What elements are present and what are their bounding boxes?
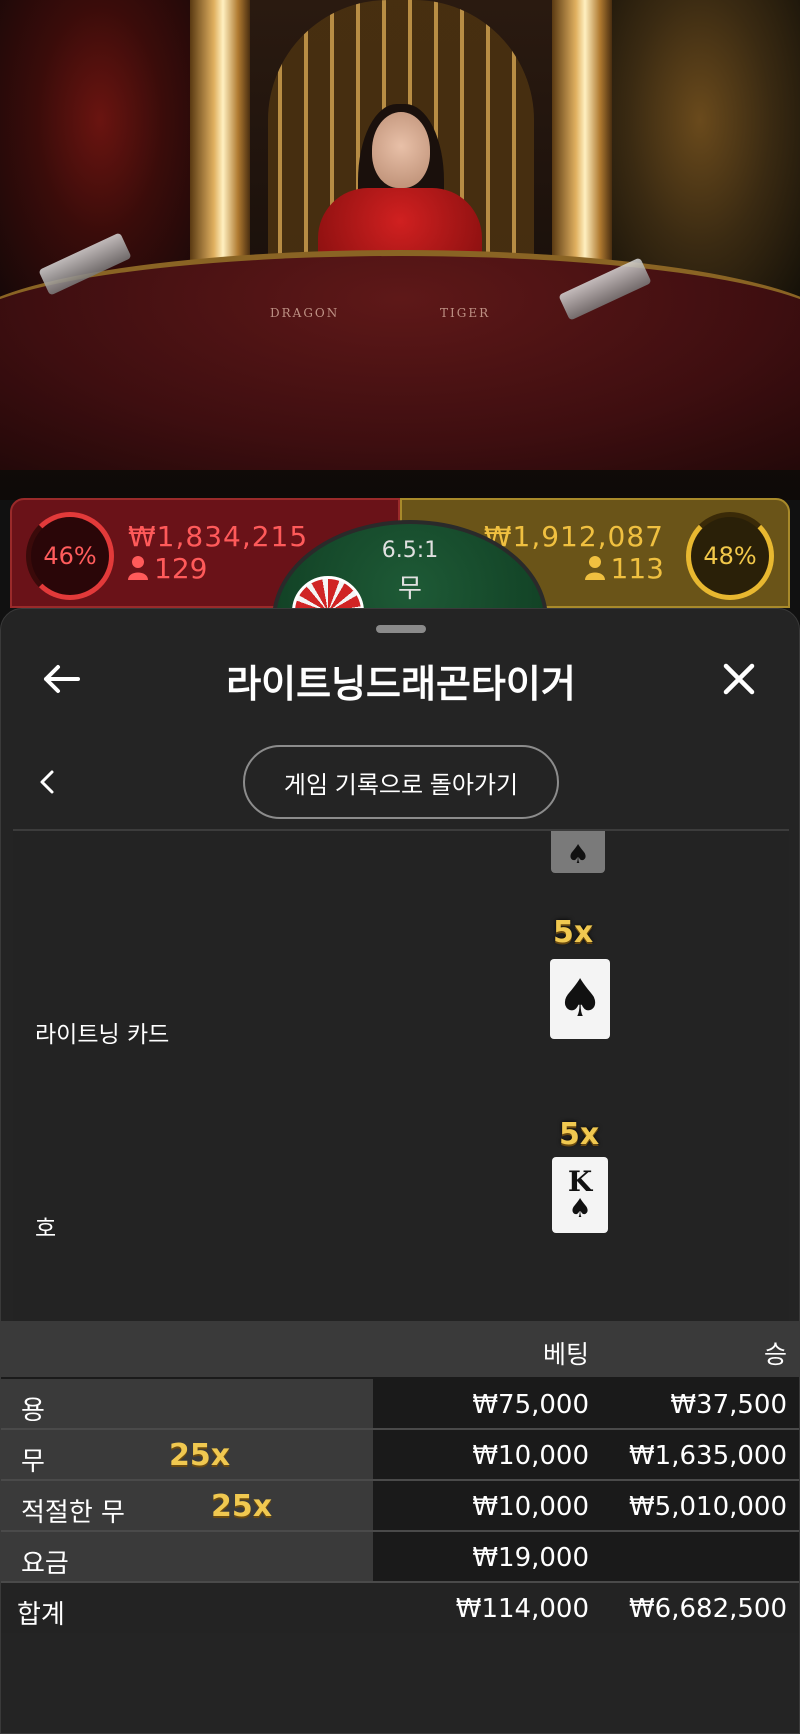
close-icon	[723, 663, 755, 695]
bet-name: 용	[21, 1396, 45, 1426]
total-win: ₩6,682,500	[628, 1594, 787, 1624]
tiger-player-count: 113	[584, 552, 664, 585]
gold-pillar-left	[190, 0, 250, 290]
previous-card-partial: ♠	[551, 831, 605, 873]
sheet-title: 라이트닝드래곤타이거	[226, 662, 576, 706]
dragon-percent-ring: 46%	[26, 512, 114, 600]
bet-multiplier: 25x	[211, 1489, 273, 1524]
tiger-card: K ♠	[552, 1157, 608, 1233]
bet-name: 적절한 무	[21, 1498, 125, 1528]
bet-multiplier: 25x	[169, 1438, 231, 1473]
total-row: 합계 ₩114,000 ₩6,682,500	[1, 1583, 799, 1633]
dragon-player-count: 129	[128, 552, 207, 585]
gold-pillar-right	[552, 0, 612, 290]
bet-column-header: 베팅	[542, 1340, 589, 1369]
round-detail-area: ♠ 라이트닝 카드 5x ♠ 호 5x K ♠	[13, 831, 789, 1321]
live-video-stream: DRAGON TIGER	[0, 0, 800, 500]
lightning-card: ♠	[550, 959, 610, 1039]
win-column-header: 승	[763, 1340, 787, 1369]
card-rank: K	[567, 1165, 593, 1198]
spade-icon: ♠	[556, 969, 604, 1029]
game-detail-sheet: 라이트닝드래곤타이거 게임 기록으로 돌아가기 ♠ 라이트닝 카드 5x ♠ 호…	[0, 608, 800, 1734]
total-label: 합계	[17, 1600, 65, 1630]
table-row: 무 25x ₩10,000 ₩1,635,000	[1, 1430, 799, 1481]
bet-amount: ₩75,000	[472, 1390, 589, 1420]
tie-odds: 6.5:1	[381, 538, 439, 563]
bet-amount: ₩19,000	[472, 1543, 589, 1573]
bet-name: 요금	[21, 1549, 69, 1579]
tiger-card-multiplier: 5x	[559, 1117, 600, 1152]
chevron-left-icon	[40, 770, 54, 794]
game-table	[0, 250, 800, 470]
table-row: 적절한 무 25x ₩10,000 ₩5,010,000	[1, 1481, 799, 1532]
bets-table: 베팅 승 용 ₩75,000 ₩37,500 무 25x ₩10,000 ₩1,…	[1, 1321, 799, 1633]
previous-round-button[interactable]	[29, 764, 65, 800]
table-tiger-label: TIGER	[440, 306, 491, 320]
win-amount: ₩1,635,000	[628, 1441, 787, 1471]
detail-row-label: 호	[35, 1216, 57, 1242]
table-row: 요금 ₩19,000	[1, 1532, 799, 1583]
dragon-player-count-value: 129	[154, 552, 208, 585]
bet-strip: 46% ₩1,834,215 129 48% ₩1,912,087 113 6.…	[10, 498, 790, 720]
back-to-history-button[interactable]: 게임 기록으로 돌아가기	[243, 745, 559, 819]
total-bet: ₩114,000	[455, 1594, 589, 1624]
tiger-player-count-value: 113	[610, 552, 664, 585]
bets-table-header: 베팅 승	[1, 1321, 799, 1379]
bet-amount: ₩10,000	[472, 1492, 589, 1522]
spade-icon: ♠	[568, 1194, 592, 1224]
detail-row-label: 라이트닝 카드	[35, 1022, 170, 1048]
spade-icon: ♠	[566, 840, 590, 870]
win-amount: ₩37,500	[670, 1390, 787, 1420]
win-amount: ₩5,010,000	[628, 1492, 787, 1522]
person-icon	[128, 556, 148, 580]
tiger-artwork	[600, 0, 800, 300]
close-button[interactable]	[709, 649, 769, 709]
bet-amount: ₩10,000	[472, 1441, 589, 1471]
tiger-percent-ring: 48%	[686, 512, 774, 600]
bet-name: 무	[21, 1447, 45, 1477]
table-row: 용 ₩75,000 ₩37,500	[1, 1379, 799, 1430]
lightning-multiplier: 5x	[553, 915, 594, 950]
dealer-face	[372, 112, 430, 188]
table-dragon-label: DRAGON	[270, 306, 340, 320]
sheet-drag-handle[interactable]	[376, 625, 426, 633]
person-icon	[584, 556, 605, 580]
